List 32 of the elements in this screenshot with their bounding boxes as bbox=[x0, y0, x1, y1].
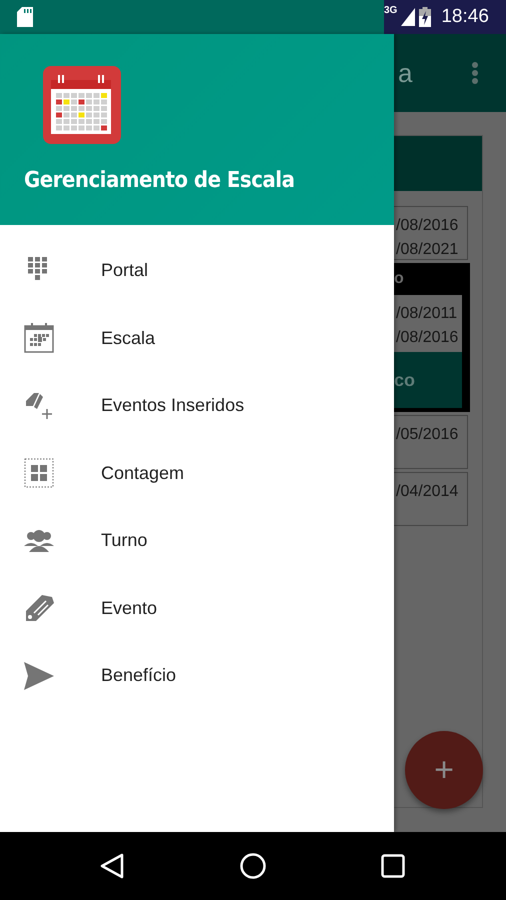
drawer-menu-item[interactable]: Escala bbox=[0, 304, 394, 372]
drawer-menu-item[interactable]: Portal bbox=[0, 237, 394, 304]
drawer-menu-item[interactable]: Contagem bbox=[0, 440, 394, 507]
date-text: /05/2016 bbox=[396, 425, 460, 445]
date-text: /04/2014 bbox=[396, 482, 460, 502]
back-icon[interactable] bbox=[100, 853, 124, 879]
drawer-menu-item[interactable]: Eventos Inseridos bbox=[0, 372, 394, 440]
app-bar-title: a bbox=[398, 58, 412, 88]
date-text: /08/2021 bbox=[396, 240, 460, 260]
drawer-menu-item[interactable]: Turno bbox=[0, 507, 394, 574]
app-title: Gerenciamento de Escala bbox=[24, 168, 296, 193]
drawer-menu-item[interactable]: Evento bbox=[0, 574, 394, 642]
recents-icon[interactable] bbox=[381, 854, 405, 878]
tag-icon bbox=[24, 593, 54, 624]
calendar-app-logo-icon bbox=[43, 66, 121, 144]
entry-heading: o bbox=[394, 269, 405, 289]
home-icon[interactable] bbox=[240, 853, 266, 879]
people-icon bbox=[24, 530, 54, 552]
battery-icon bbox=[419, 7, 432, 27]
signal-icon bbox=[401, 8, 416, 26]
calendar-icon bbox=[24, 323, 54, 354]
drawer-menu-item[interactable]: Benefício bbox=[0, 642, 394, 710]
date-text: /08/2016 bbox=[396, 216, 460, 236]
grid-icon bbox=[24, 458, 54, 488]
tag-plus-icon bbox=[24, 390, 54, 421]
date-text: /08/2016 bbox=[396, 328, 460, 348]
send-icon bbox=[24, 662, 54, 690]
sd-card-icon bbox=[17, 7, 33, 27]
overflow-menu-icon[interactable] bbox=[472, 62, 478, 84]
date-text: /08/2011 bbox=[396, 304, 458, 324]
network-type: 3G bbox=[384, 5, 398, 16]
clock-time: 18:46 bbox=[441, 6, 489, 28]
